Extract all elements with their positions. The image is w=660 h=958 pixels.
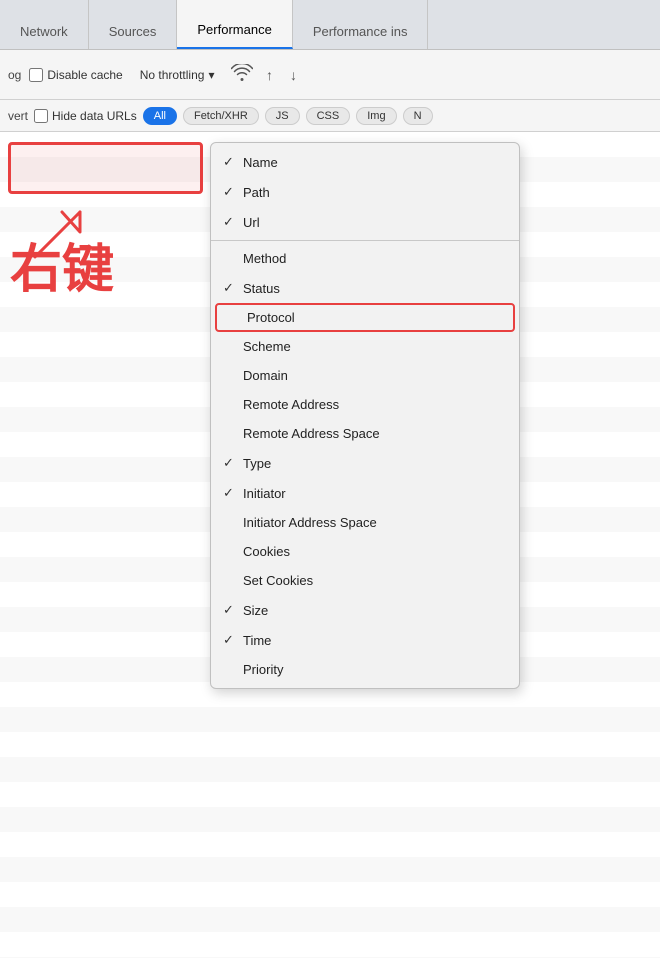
checkmark-url: ✓ — [223, 214, 243, 230]
tab-bar: Network Sources Performance Performance … — [0, 0, 660, 50]
menu-item-remote-address[interactable]: Remote Address — [211, 390, 519, 419]
checkmark-name: ✓ — [223, 154, 243, 170]
filter-n[interactable]: N — [403, 107, 433, 125]
filter-fetch-xhr[interactable]: Fetch/XHR — [183, 107, 259, 125]
upload-button[interactable]: ↑ — [261, 67, 277, 83]
checkmark-status: ✓ — [223, 280, 243, 296]
menu-item-scheme[interactable]: Scheme — [211, 332, 519, 361]
menu-item-path[interactable]: ✓ Path — [211, 177, 519, 207]
menu-label-url: Url — [243, 215, 503, 230]
chinese-annotation: 右键 — [10, 227, 114, 302]
main-area: 右键 ✓ Name ✓ Path ✓ Url Method ✓ Status P… — [0, 132, 660, 958]
toolbar-row1: og Disable cache No throttling ▾ ↑ ↓ — [0, 50, 660, 100]
checkmark-path: ✓ — [223, 184, 243, 200]
menu-item-url[interactable]: ✓ Url — [211, 207, 519, 237]
menu-item-type[interactable]: ✓ Type — [211, 448, 519, 478]
filter-img[interactable]: Img — [356, 107, 396, 125]
menu-label-priority: Priority — [243, 662, 503, 677]
checkmark-time: ✓ — [223, 632, 243, 648]
filter-css[interactable]: CSS — [306, 107, 351, 125]
menu-item-name[interactable]: ✓ Name — [211, 147, 519, 177]
menu-item-cookies[interactable]: Cookies — [211, 537, 519, 566]
menu-label-path: Path — [243, 185, 503, 200]
download-button[interactable]: ↓ — [285, 67, 301, 83]
red-box-annotation — [8, 142, 203, 194]
menu-label-type: Type — [243, 456, 503, 471]
chevron-down-icon: ▾ — [208, 68, 214, 82]
menu-label-method: Method — [243, 251, 503, 266]
tab-performance[interactable]: Performance — [177, 0, 292, 49]
menu-label-initiator: Initiator — [243, 486, 503, 501]
menu-label-set-cookies: Set Cookies — [243, 573, 503, 588]
menu-label-status: Status — [243, 281, 503, 296]
menu-label-cookies: Cookies — [243, 544, 503, 559]
filter-js[interactable]: JS — [265, 107, 300, 125]
filter-all[interactable]: All — [143, 107, 177, 125]
checkmark-size: ✓ — [223, 602, 243, 618]
menu-item-domain[interactable]: Domain — [211, 361, 519, 390]
invert-label: vert — [8, 109, 28, 123]
tab-performance-ins[interactable]: Performance ins — [293, 0, 429, 49]
menu-label-protocol: Protocol — [247, 310, 501, 325]
menu-item-size[interactable]: ✓ Size — [211, 595, 519, 625]
menu-item-priority[interactable]: Priority — [211, 655, 519, 684]
menu-item-initiator-address-space[interactable]: Initiator Address Space — [211, 508, 519, 537]
hide-data-urls-label[interactable]: Hide data URLs — [34, 109, 137, 123]
toolbar-row2: vert Hide data URLs All Fetch/XHR JS CSS… — [0, 100, 660, 132]
menu-label-remote-address: Remote Address — [243, 397, 503, 412]
menu-item-time[interactable]: ✓ Time — [211, 625, 519, 655]
menu-item-set-cookies[interactable]: Set Cookies — [211, 566, 519, 595]
tab-sources[interactable]: Sources — [89, 0, 178, 49]
menu-item-initiator[interactable]: ✓ Initiator — [211, 478, 519, 508]
menu-separator-1 — [211, 240, 519, 241]
menu-label-initiator-address-space: Initiator Address Space — [243, 515, 503, 530]
wifi-icon — [231, 64, 253, 85]
disable-cache-checkbox[interactable] — [29, 68, 43, 82]
throttle-button[interactable]: No throttling ▾ — [131, 64, 224, 86]
menu-label-size: Size — [243, 603, 503, 618]
context-menu: ✓ Name ✓ Path ✓ Url Method ✓ Status Prot… — [210, 142, 520, 689]
menu-item-status[interactable]: ✓ Status — [211, 273, 519, 303]
log-label: og — [8, 68, 21, 82]
disable-cache-label[interactable]: Disable cache — [29, 68, 122, 82]
menu-item-method[interactable]: Method — [211, 244, 519, 273]
menu-item-protocol[interactable]: Protocol — [215, 303, 515, 332]
checkmark-type: ✓ — [223, 455, 243, 471]
menu-item-remote-address-space[interactable]: Remote Address Space — [211, 419, 519, 448]
menu-label-name: Name — [243, 155, 503, 170]
menu-label-domain: Domain — [243, 368, 503, 383]
menu-label-scheme: Scheme — [243, 339, 503, 354]
tab-network[interactable]: Network — [0, 0, 89, 49]
checkmark-initiator: ✓ — [223, 485, 243, 501]
menu-label-time: Time — [243, 633, 503, 648]
menu-label-remote-address-space: Remote Address Space — [243, 426, 503, 441]
hide-data-urls-checkbox[interactable] — [34, 109, 48, 123]
